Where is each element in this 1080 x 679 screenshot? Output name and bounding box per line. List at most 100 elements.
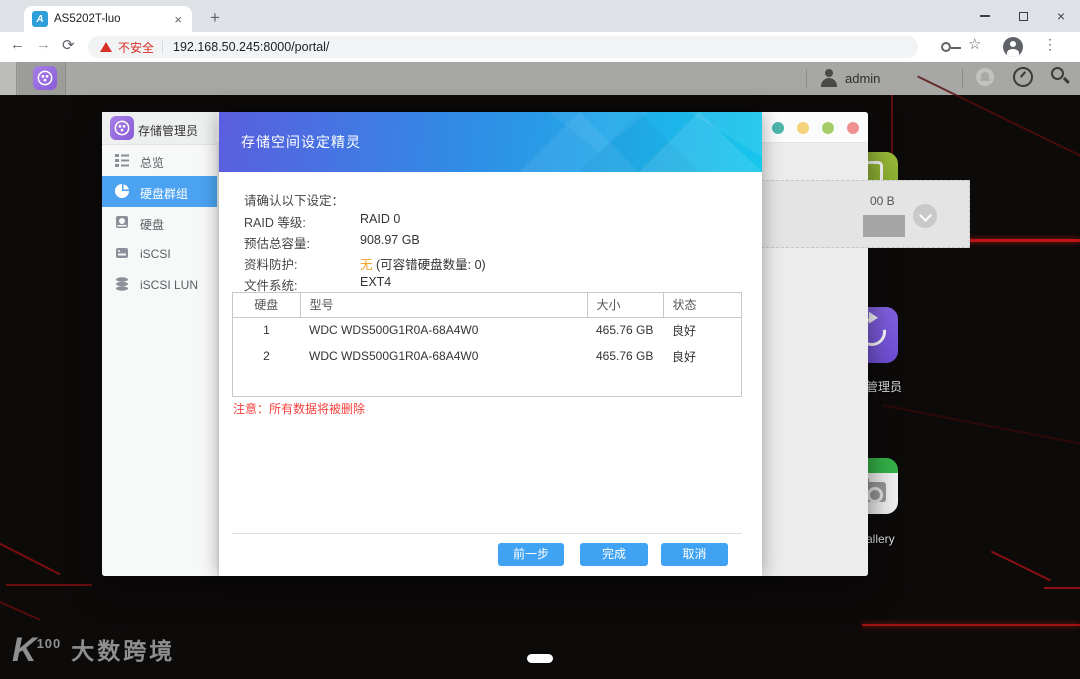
setting-label: 文件系统: — [244, 279, 297, 293]
browser-tab[interactable]: A AS5202T-luo × — [24, 6, 192, 32]
watermark-text: 大数跨境 — [71, 637, 175, 665]
cell-model: WDC WDS500G1R0A-68A4W0 — [300, 343, 587, 369]
sidebar-item-label: 硬盘 — [140, 216, 164, 233]
setting-value: 无 (可容错硬盘数量: 0) — [360, 254, 486, 273]
table-row[interactable]: 1 WDC WDS500G1R0A-68A4W0 465.76 GB 良好 — [233, 317, 741, 343]
previous-button[interactable]: 前一步 — [498, 543, 564, 566]
bookmark-star-icon[interactable]: ☆ — [968, 35, 981, 53]
tab-title: AS5202T-luo — [54, 13, 172, 25]
minimize-icon — [980, 15, 990, 17]
storage-manager-app-icon — [110, 116, 134, 140]
minimize-button[interactable] — [966, 0, 1004, 32]
disk-table: 硬盘 型号 大小 状态 1 WDC WDS500G1R0A-68A4W0 465… — [233, 293, 741, 369]
setting-value: EXT4 — [360, 275, 391, 289]
desktop-icon-label: 管理员 — [866, 378, 902, 395]
chevron-down-icon[interactable] — [913, 204, 937, 228]
disk-group-pie-icon — [114, 183, 130, 199]
sidebar-item-overview[interactable]: 总览 — [102, 145, 217, 176]
url-divider — [162, 40, 163, 54]
setting-capacity: 预估总容量: 908.97 GB — [244, 233, 310, 252]
protection-detail: (可容错硬盘数量: 0) — [376, 258, 486, 272]
cell-size: 465.76 GB — [587, 343, 663, 369]
watermark-100: 100 — [37, 636, 62, 651]
sidebar-item-label: 硬盘群组 — [140, 185, 188, 202]
system-monitor-gauge-icon[interactable] — [1013, 67, 1033, 87]
protection-none-highlight: 无 — [360, 258, 373, 272]
taskbar-app-segment[interactable] — [18, 62, 66, 95]
finish-button[interactable]: 完成 — [580, 543, 648, 566]
footer-divider — [232, 533, 742, 534]
new-tab-button[interactable]: + — [202, 5, 228, 31]
iscsi-lun-stack-icon — [114, 276, 130, 292]
username-label[interactable]: admin — [845, 71, 880, 86]
iscsi-drive-icon — [114, 245, 130, 261]
notifications-bell-icon[interactable] — [976, 68, 994, 86]
sidebar-item-iscsi[interactable]: iSCSI — [102, 238, 217, 269]
url-bar[interactable]: 不安全 192.168.50.245:8000/portal/ — [88, 36, 918, 58]
usage-bar — [863, 215, 905, 237]
close-button[interactable]: × — [1042, 0, 1080, 32]
asustor-favicon-icon: A — [32, 11, 48, 27]
col-status: 状态 — [663, 293, 741, 317]
overview-list-icon — [114, 152, 130, 168]
col-size: 大小 — [587, 293, 663, 317]
watermark-logo: K100 大数跨境 — [12, 635, 175, 665]
hard-disk-icon — [114, 214, 130, 230]
search-icon[interactable] — [1051, 67, 1064, 80]
setting-raid-level: RAID 等级: RAID 0 — [244, 212, 306, 231]
cancel-button[interactable]: 取消 — [661, 543, 728, 566]
data-deletion-warning: 注意：所有数据将被删除 — [233, 400, 365, 417]
dialog-title: 存储空间设定精灵 — [241, 132, 361, 152]
app-title: 存储管理员 — [138, 122, 198, 139]
sidebar-item-disk-group[interactable]: 硬盘群组 — [102, 176, 217, 207]
sidebar-item-iscsi-lun[interactable]: iSCSI LUN — [102, 269, 217, 300]
password-key-icon[interactable] — [941, 42, 951, 52]
cell-disk: 1 — [233, 317, 300, 343]
storage-wizard-dialog: 存储空间设定精灵 请确认以下设定： RAID 等级: RAID 0 预估总容量:… — [219, 112, 762, 576]
sidebar-header: 存储管理员 — [102, 112, 217, 145]
back-button[interactable]: ← — [10, 36, 25, 53]
setting-value: RAID 0 — [360, 212, 400, 226]
sidebar-item-label: iSCSI — [140, 247, 171, 261]
setting-label: RAID 等级: — [244, 216, 306, 230]
col-disk: 硬盘 — [233, 293, 300, 317]
forward-button[interactable]: → — [36, 36, 51, 53]
profile-avatar-icon[interactable] — [1003, 37, 1023, 57]
security-warning-label[interactable]: 不安全 — [118, 39, 154, 56]
reload-button[interactable]: ⟳ — [62, 36, 75, 54]
table-row[interactable]: 2 WDC WDS500G1R0A-68A4W0 465.76 GB 良好 — [233, 343, 741, 369]
setting-value: 908.97 GB — [360, 233, 420, 247]
table-header-row: 硬盘 型号 大小 状态 — [233, 293, 741, 317]
taskbar-divider-2 — [962, 69, 963, 88]
setting-label: 预估总容量: — [244, 237, 310, 251]
browser-menu-icon[interactable]: ⋮ — [1043, 36, 1057, 53]
maximize-button[interactable] — [1004, 0, 1042, 32]
window-dot-green[interactable] — [822, 122, 834, 134]
window-dot-red[interactable] — [847, 122, 859, 134]
size-text: 00 B — [870, 194, 895, 208]
cell-disk: 2 — [233, 343, 300, 369]
disk-table-container: 硬盘 型号 大小 状态 1 WDC WDS500G1R0A-68A4W0 465… — [232, 292, 742, 397]
window-dot-teal[interactable] — [772, 122, 784, 134]
nas-taskbar — [0, 62, 1080, 95]
sidebar-item-disk[interactable]: 硬盘 — [102, 207, 217, 238]
dock-handle[interactable] — [527, 654, 553, 663]
setting-label: 资料防护: — [244, 258, 297, 272]
circuit-line — [882, 404, 1080, 452]
tab-close-icon[interactable]: × — [172, 12, 184, 27]
storage-manager-taskbar-icon[interactable] — [33, 66, 57, 90]
circuit-line — [6, 584, 92, 586]
url-text[interactable]: 192.168.50.245:8000/portal/ — [173, 40, 329, 54]
dialog-header: 存储空间设定精灵 — [219, 112, 762, 172]
cell-status: 良好 — [663, 343, 741, 369]
watermark-k: K — [12, 635, 37, 665]
browser-titlebar: A AS5202T-luo × + × — [0, 0, 1080, 32]
window-dot-yellow[interactable] — [797, 122, 809, 134]
screen: A AS5202T-luo × + × ← → ⟳ 不安全 192.168.50… — [0, 0, 1080, 679]
circuit-line — [0, 599, 40, 620]
col-model: 型号 — [300, 293, 587, 317]
desktop-icon-label: allery — [866, 532, 895, 546]
sidebar: 存储管理员 总览 硬盘群组 硬盘 — [102, 112, 217, 576]
security-warning-icon — [100, 42, 112, 52]
user-icon[interactable] — [820, 69, 838, 87]
